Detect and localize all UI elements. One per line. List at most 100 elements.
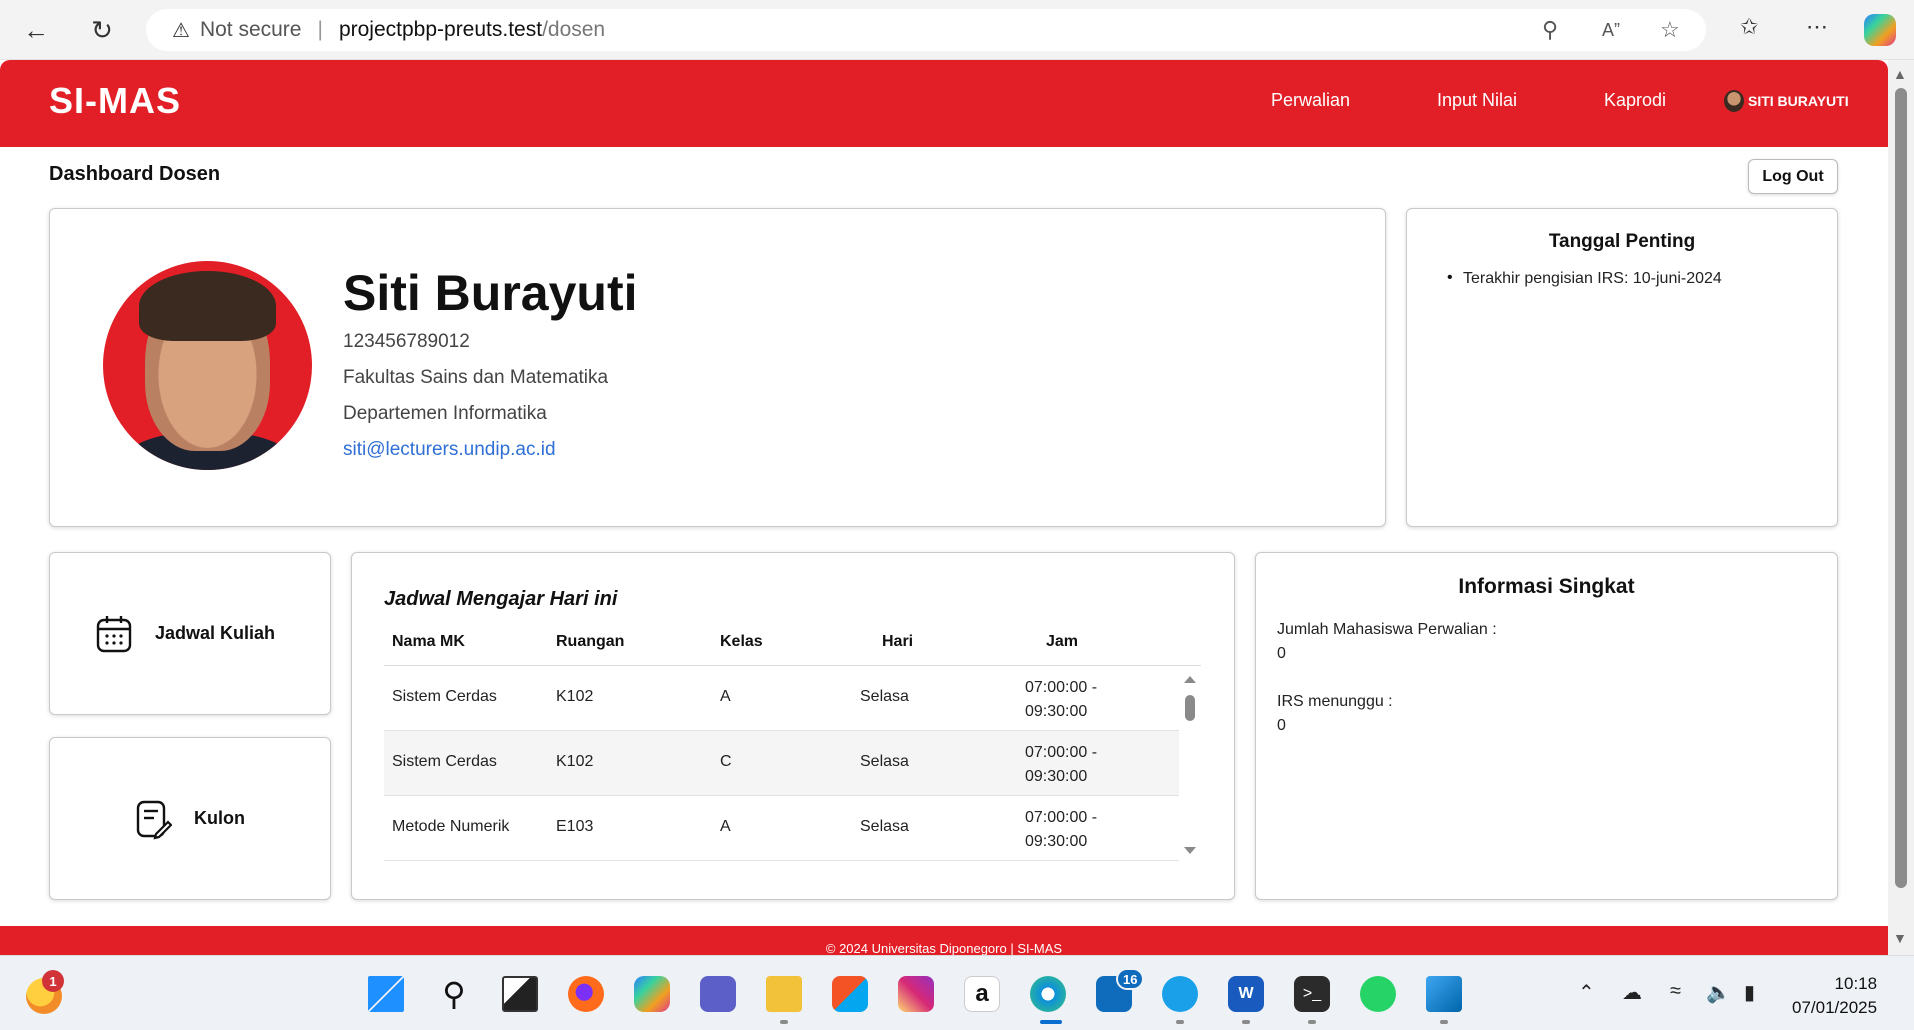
cell-hari: Selasa bbox=[860, 818, 909, 835]
scroll-up-icon[interactable]: ▲ bbox=[1893, 66, 1907, 82]
nav-kaprodi[interactable]: Kaprodi bbox=[1604, 90, 1666, 111]
scroll-down-icon[interactable]: ▼ bbox=[1893, 930, 1907, 946]
important-dates-title: Tanggal Penting bbox=[1548, 231, 1696, 252]
security-label: Not secure bbox=[199, 18, 302, 41]
profile-faculty: Fakultas Sains dan Matematika bbox=[343, 367, 609, 388]
important-date-item: Terakhir pengisian IRS: 10-juni-2024 bbox=[1463, 270, 1722, 287]
col-header-ruangan[interactable]: Ruangan bbox=[556, 633, 624, 651]
battery-icon[interactable]: ▮ bbox=[1744, 980, 1755, 1005]
url-path: /dosen bbox=[542, 18, 606, 41]
weather-badge: 1 bbox=[42, 970, 64, 992]
running-indicator bbox=[1242, 1020, 1250, 1024]
terminal-icon[interactable]: >_ bbox=[1294, 976, 1330, 1012]
kulon-card[interactable]: Kulon bbox=[49, 737, 331, 900]
read-aloud-icon[interactable]: A” bbox=[1602, 9, 1620, 51]
warning-icon: ⚠ bbox=[172, 19, 190, 42]
teaching-schedule-card: Jadwal Mengajar Hari ini Nama MK Ruangan… bbox=[351, 552, 1235, 900]
running-indicator bbox=[1176, 1020, 1184, 1024]
page-footer: © 2024 Universitas Diponegoro | SI-MAS bbox=[0, 926, 1888, 955]
bullet-icon: • bbox=[1447, 269, 1453, 286]
jadwal-kuliah-card[interactable]: Jadwal Kuliah bbox=[49, 552, 331, 715]
cell-kelas: A bbox=[720, 688, 731, 705]
copilot-icon[interactable] bbox=[1864, 14, 1896, 46]
page-scrollbar[interactable]: ▲ ▼ bbox=[1888, 60, 1914, 955]
irs-waiting-value: 0 bbox=[1277, 717, 1286, 734]
important-dates-card: Tanggal Penting • Terakhir pengisian IRS… bbox=[1406, 208, 1838, 527]
microsoft-store-icon[interactable] bbox=[832, 976, 868, 1012]
cell-kelas: A bbox=[720, 818, 731, 835]
refresh-icon[interactable]: ↻ bbox=[86, 14, 118, 46]
perwalian-count-value: 0 bbox=[1277, 645, 1286, 662]
logout-button[interactable]: Log Out bbox=[1748, 159, 1838, 194]
browser-toolbar: ← ↻ ⚠ Not secure | projectpbp-preuts.tes… bbox=[0, 0, 1914, 60]
instagram-icon[interactable] bbox=[898, 976, 934, 1012]
system-clock[interactable]: 10:18 07/01/2025 bbox=[1792, 972, 1877, 1020]
clock-time: 10:18 bbox=[1834, 974, 1878, 993]
address-bar[interactable]: ⚠ Not secure | projectpbp-preuts.test/do… bbox=[146, 9, 1706, 51]
cell-nama-mk: Sistem Cerdas bbox=[392, 753, 497, 770]
teams-icon[interactable] bbox=[700, 976, 736, 1012]
jadwal-kuliah-label: Jadwal Kuliah bbox=[155, 623, 276, 643]
table-row[interactable]: Sistem Cerdas K102 C Selasa 07:00:00 -09… bbox=[384, 731, 1179, 796]
favorite-star-icon[interactable]: ☆ bbox=[1660, 9, 1680, 51]
cell-hari: Selasa bbox=[860, 753, 909, 770]
calendar-icon bbox=[96, 616, 132, 653]
quick-info-title: Informasi Singkat bbox=[1458, 575, 1635, 598]
wifi-icon[interactable]: ≈ bbox=[1670, 980, 1681, 1003]
col-header-kelas[interactable]: Kelas bbox=[720, 633, 763, 651]
table-row[interactable]: Sistem Cerdas K102 A Selasa 07:00:00 -09… bbox=[384, 666, 1179, 731]
scroll-thumb[interactable] bbox=[1895, 88, 1907, 888]
amazon-icon[interactable]: a bbox=[964, 976, 1000, 1012]
tray-chevron-icon[interactable]: ⌃ bbox=[1578, 980, 1595, 1005]
perwalian-count-label: Jumlah Mahasiswa Perwalian : bbox=[1277, 621, 1497, 638]
col-header-jam[interactable]: Jam bbox=[1046, 633, 1078, 651]
active-indicator bbox=[1040, 1020, 1062, 1024]
cell-ruangan: K102 bbox=[556, 688, 594, 705]
more-menu-icon[interactable]: ⋯ bbox=[1806, 14, 1828, 40]
whatsapp-icon[interactable] bbox=[1360, 976, 1396, 1012]
col-header-hari[interactable]: Hari bbox=[882, 633, 913, 651]
word-icon[interactable]: W bbox=[1228, 976, 1264, 1012]
table-scrollbar[interactable] bbox=[1181, 673, 1199, 863]
table-row[interactable]: Metode Numerik E103 A Selasa 07:00:00 -0… bbox=[384, 796, 1179, 861]
user-menu[interactable]: SITI BURAYUTI bbox=[1724, 90, 1849, 112]
cell-jam: 07:00:00 -09:30:00 bbox=[1025, 744, 1098, 785]
profile-nip: 123456789012 bbox=[343, 331, 470, 352]
file-explorer-icon[interactable] bbox=[766, 976, 802, 1012]
cell-jam: 07:00:00 -09:30:00 bbox=[1025, 679, 1098, 720]
cell-nama-mk: Sistem Cerdas bbox=[392, 688, 497, 705]
sticky-app-icon[interactable] bbox=[1162, 976, 1198, 1012]
volume-icon[interactable]: 🔈 bbox=[1706, 980, 1731, 1005]
col-header-nama-mk[interactable]: Nama MK bbox=[392, 633, 465, 651]
profile-card: Siti Burayuti 123456789012 Fakultas Sain… bbox=[49, 208, 1386, 527]
outlook-badge: 16 bbox=[1116, 968, 1145, 990]
quick-info-card: Informasi Singkat Jumlah Mahasiswa Perwa… bbox=[1255, 552, 1838, 900]
profile-email[interactable]: siti@lecturers.undip.ac.id bbox=[343, 439, 556, 461]
running-indicator bbox=[1440, 1020, 1448, 1024]
cell-nama-mk: Metode Numerik bbox=[392, 818, 510, 835]
nav-input-nilai[interactable]: Input Nilai bbox=[1437, 90, 1517, 111]
favorites-icon[interactable]: ✩ bbox=[1740, 14, 1758, 40]
irs-waiting-label: IRS menunggu : bbox=[1277, 693, 1393, 710]
running-indicator bbox=[1308, 1020, 1316, 1024]
url-divider: | bbox=[317, 18, 323, 41]
back-icon[interactable]: ← bbox=[20, 14, 52, 46]
search-icon[interactable]: ⚲ bbox=[436, 976, 472, 1012]
nav-perwalian[interactable]: Perwalian bbox=[1271, 90, 1350, 111]
cell-jam: 07:00:00 -09:30:00 bbox=[1025, 809, 1098, 850]
start-icon[interactable] bbox=[368, 976, 404, 1012]
page-title: Dashboard Dosen bbox=[49, 163, 221, 185]
edge-icon[interactable] bbox=[1030, 976, 1066, 1012]
brand-logo[interactable]: SI-MAS bbox=[49, 80, 181, 122]
firefox-icon[interactable] bbox=[568, 976, 604, 1012]
task-view-icon[interactable] bbox=[502, 976, 538, 1012]
onedrive-icon[interactable]: ☁ bbox=[1622, 980, 1642, 1005]
windows-taskbar: 1 ⚲ a 16 W >_ ⌃ ☁ ≈ 🔈 ▮ 10:18 07/01/2025 bbox=[0, 955, 1914, 1030]
teaching-schedule-title: Jadwal Mengajar Hari ini bbox=[384, 588, 618, 610]
vscode-icon[interactable] bbox=[1426, 976, 1462, 1012]
url-host: projectpbp-preuts.test bbox=[338, 18, 543, 41]
zoom-icon[interactable]: ⚲ bbox=[1542, 9, 1558, 51]
cell-ruangan: K102 bbox=[556, 753, 594, 770]
cell-kelas: C bbox=[720, 753, 732, 770]
copilot-app-icon[interactable] bbox=[634, 976, 670, 1012]
